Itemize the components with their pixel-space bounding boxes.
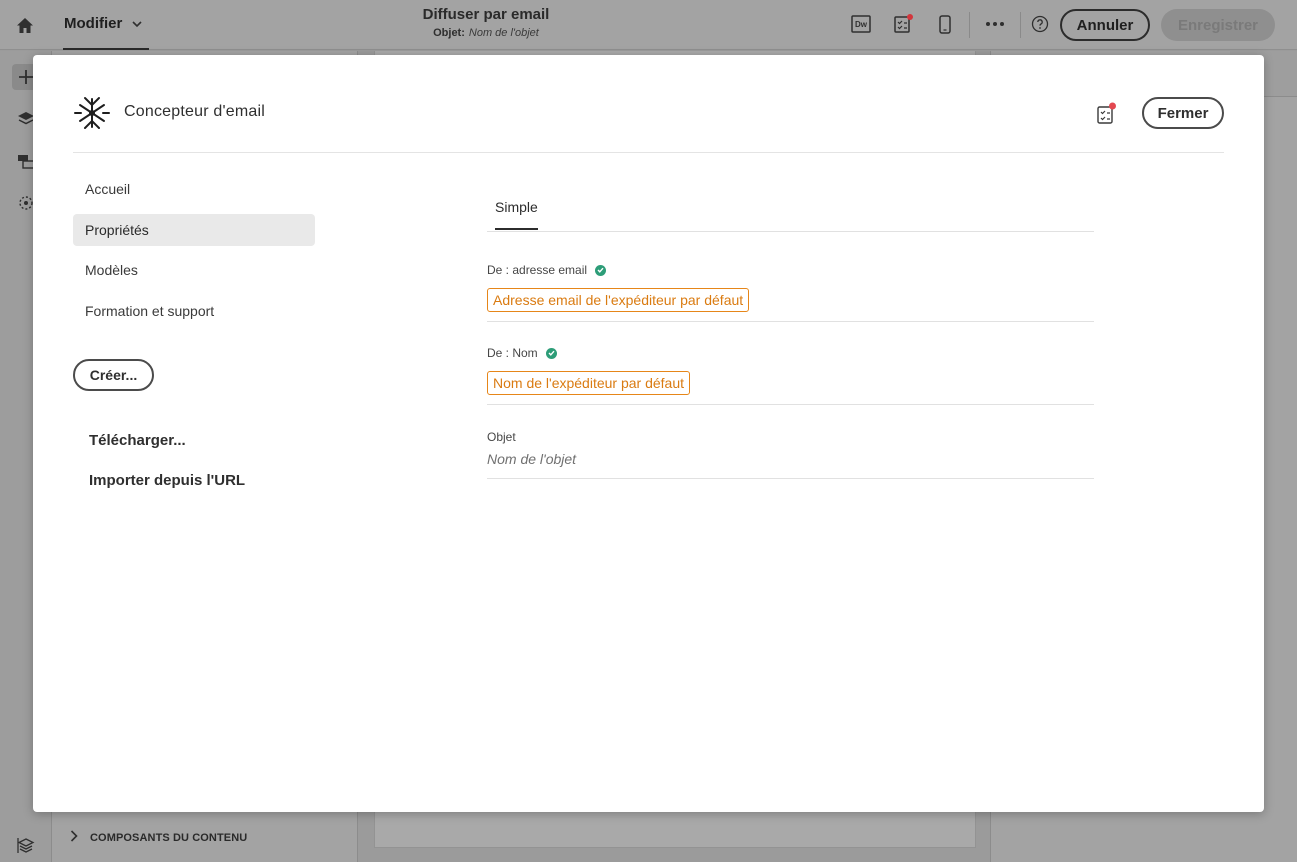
dialog-header: Concepteur d'email Fermer (73, 55, 1224, 153)
checklist-icon[interactable] (892, 13, 914, 35)
chevron-right-icon (70, 830, 78, 845)
properties-content: Simple De : adresse email Adresse email … (487, 192, 1094, 479)
upload-link[interactable]: Télécharger... (89, 432, 186, 449)
content-components-section[interactable]: COMPOSANTS DU CONTENU (70, 830, 247, 845)
subject-label: Objet (487, 430, 516, 444)
tab-simple[interactable]: Simple (495, 199, 538, 230)
dialog-title: Concepteur d'email (124, 103, 265, 120)
close-button[interactable]: Fermer (1142, 97, 1224, 129)
import-url-link[interactable]: Importer depuis l'URL (89, 472, 245, 489)
document-title: Diffuser par email (422, 6, 550, 23)
from-email-field: De : adresse email Adresse email de l'ex… (487, 263, 1094, 322)
help-icon[interactable] (1029, 13, 1051, 35)
subject-field[interactable]: Objet Nom de l'objet (487, 430, 1094, 479)
dreamweaver-icon[interactable]: Dw (850, 13, 872, 35)
from-email-value[interactable]: Adresse email de l'expéditeur par défaut (487, 288, 750, 312)
from-name-field: De : Nom Nom de l'expéditeur par défaut (487, 346, 1094, 405)
document-subject: Objet: Nom de l'objet (0, 27, 972, 39)
document-subject-label: Objet: (433, 27, 465, 39)
checkmark-icon (595, 264, 607, 276)
nav-item-home[interactable]: Accueil (73, 173, 315, 205)
document-subject-value: Nom de l'objet (468, 27, 539, 39)
checklist-icon[interactable] (1095, 101, 1117, 125)
cancel-button[interactable]: Annuler (1060, 9, 1150, 41)
toolbar-divider (1020, 12, 1021, 38)
app-header: Modifier Diffuser par email Objet: Nom de… (0, 0, 1297, 50)
mobile-icon[interactable] (934, 13, 956, 35)
content-components-icon[interactable] (12, 832, 40, 858)
checkmark-icon (545, 347, 557, 359)
from-email-label: De : adresse email (487, 263, 588, 277)
create-button[interactable]: Créer... (73, 359, 154, 391)
content-components-label: COMPOSANTS DU CONTENU (90, 831, 248, 844)
subject-input[interactable]: Nom de l'objet (487, 451, 1094, 467)
nav-item-training-support[interactable]: Formation et support (73, 295, 315, 327)
designer-logo-icon (73, 95, 111, 131)
dialog-nav: Accueil Propriétés Modèles Formation et … (73, 173, 315, 335)
nav-item-templates[interactable]: Modèles (73, 254, 315, 286)
from-name-label: De : Nom (487, 346, 538, 360)
from-email-label-row: De : adresse email (487, 263, 1094, 277)
tab-list: Simple (487, 192, 1094, 232)
email-designer-dialog: Concepteur d'email Fermer Accueil Propri… (33, 55, 1264, 812)
toolbar-divider (969, 12, 970, 38)
mode-menu-underline (63, 48, 149, 50)
nav-item-properties[interactable]: Propriétés (73, 213, 315, 246)
save-button[interactable]: Enregistrer (1161, 9, 1275, 41)
dreamweaver-icon-label: Dw (855, 19, 867, 29)
subject-label-row: Objet (487, 430, 1094, 444)
more-icon[interactable] (984, 13, 1006, 35)
from-name-value[interactable]: Nom de l'expéditeur par défaut (487, 371, 691, 395)
from-name-label-row: De : Nom (487, 346, 1094, 360)
